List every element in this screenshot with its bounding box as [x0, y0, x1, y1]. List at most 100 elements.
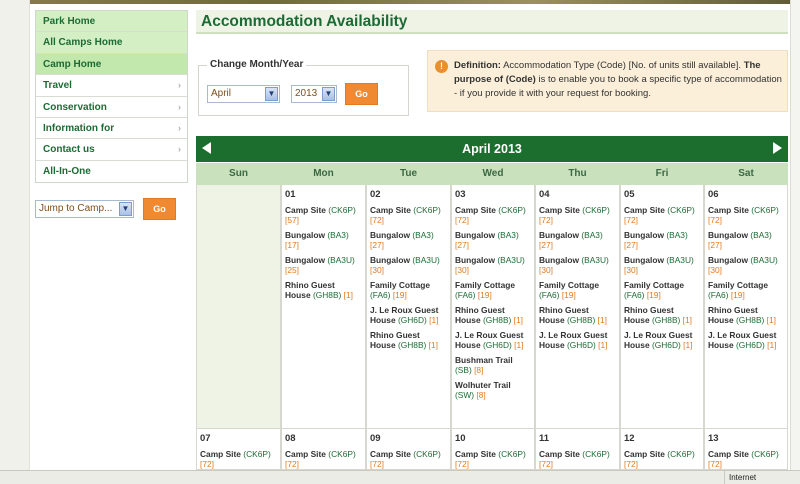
accommodation-entry[interactable]: Camp Site (CK6P) [72] — [624, 205, 700, 225]
units-available: [72] — [370, 459, 384, 469]
info-icon: ! — [435, 60, 448, 73]
chevron-down-icon[interactable]: ▼ — [322, 87, 335, 101]
accommodation-entry[interactable]: Camp Site (CK6P) [72] — [708, 205, 784, 225]
accommodation-entry[interactable]: Rhino Guest House (GH8B) [1] — [624, 305, 700, 325]
accommodation-entry[interactable]: J. Le Roux Guest House (GH6D) [1] — [370, 305, 447, 325]
accommodation-entry[interactable]: Camp Site (CK6P) [72] — [370, 205, 447, 225]
accommodation-entry[interactable]: Camp Site (CK6P) [57] — [285, 205, 362, 225]
nav-item-label: All Camps Home — [43, 37, 123, 49]
units-available: [30] — [370, 265, 384, 275]
accommodation-entry[interactable]: Family Cottage (FA6) [19] — [624, 280, 700, 300]
units-available: [19] — [561, 290, 576, 300]
accommodation-entry[interactable]: Wolhuter Trail (SW) [8] — [455, 380, 531, 400]
accommodation-entry[interactable]: Bungalow (BA3U) [25] — [285, 255, 362, 275]
day-number: 06 — [708, 189, 719, 200]
accommodation-name: Family Cottage — [370, 280, 431, 290]
accommodation-entry[interactable]: Bushman Trail (SB) [8] — [455, 355, 531, 375]
accommodation-name: Camp Site — [285, 205, 326, 215]
accommodation-entry[interactable]: Bungalow (BA3U) [30] — [455, 255, 531, 275]
nav-item-all-in-one[interactable]: All-In-One — [36, 160, 187, 183]
accommodation-entry[interactable]: Family Cottage (FA6) [19] — [370, 280, 447, 300]
accommodation-entry[interactable]: Bungalow (BA3) [17] — [285, 230, 362, 250]
accommodation-code: (BA3) — [581, 230, 603, 240]
nav-item-camp-home[interactable]: Camp Home — [36, 53, 187, 76]
year-select[interactable]: 2013 ▼ — [291, 85, 337, 103]
day-number: 02 — [370, 189, 381, 200]
weekday-header-fri: Fri — [620, 163, 704, 185]
accommodation-entry[interactable]: Camp Site (CK6P) [72] — [370, 449, 447, 469]
accommodation-entry[interactable]: Rhino Guest House (GH8B) [1] — [455, 305, 531, 325]
accommodation-code: (BA3U) — [666, 255, 694, 265]
accommodation-entry[interactable]: Camp Site (CK6P) [72] — [455, 205, 531, 225]
month-go-button[interactable]: Go — [345, 83, 378, 105]
day-number: 11 — [539, 433, 550, 444]
jump-to-camp-value: Jump to Camp... — [39, 203, 113, 214]
accommodation-entry[interactable]: Bungalow (BA3U) [30] — [624, 255, 700, 275]
accommodation-code: (GH6D) — [397, 315, 427, 325]
accommodation-name: Camp Site — [624, 205, 665, 215]
accommodation-name: Bungalow — [370, 230, 411, 240]
nav-item-contact-us[interactable]: Contact us › — [36, 139, 187, 161]
accommodation-entry[interactable]: Family Cottage (FA6) [19] — [539, 280, 616, 300]
accommodation-entry[interactable]: Camp Site (CK6P) [72] — [539, 205, 616, 225]
chevron-down-icon[interactable]: ▼ — [119, 202, 132, 216]
accommodation-code: (GH6D) — [735, 340, 765, 350]
accommodation-entry[interactable]: J. Le Roux Guest House (GH6D) [1] — [708, 330, 784, 350]
accommodation-entry[interactable]: Rhino Guest House (GH8B) [1] — [285, 280, 362, 300]
accommodation-entry[interactable]: Rhino Guest House (GH8B) [1] — [539, 305, 616, 325]
units-available: [1] — [428, 340, 438, 350]
units-available: [19] — [477, 290, 492, 300]
chevron-down-icon[interactable]: ▼ — [265, 87, 278, 101]
day-number: 07 — [200, 433, 211, 444]
accommodation-code: (SB) — [455, 365, 472, 375]
vertical-scrollbar[interactable] — [790, 0, 800, 470]
units-available: [30] — [455, 265, 469, 275]
nav-item-all-camps-home[interactable]: All Camps Home — [36, 32, 187, 54]
nav-item-travel[interactable]: Travel › — [36, 75, 187, 97]
accommodation-entry[interactable]: Camp Site (CK6P) [72] — [539, 449, 616, 469]
weekday-header-thu: Thu — [535, 163, 620, 185]
units-available: [8] — [474, 365, 484, 375]
accommodation-entry[interactable]: Bungalow (BA3) [27] — [455, 230, 531, 250]
accommodation-entry[interactable]: Bungalow (BA3U) [30] — [708, 255, 784, 275]
accommodation-entry[interactable]: Camp Site (CK6P) [72] — [285, 449, 362, 469]
accommodation-entry[interactable]: Bungalow (BA3) [27] — [539, 230, 616, 250]
nav-item-conservation[interactable]: Conservation › — [36, 96, 187, 118]
nav-item-label: Camp Home — [43, 58, 102, 70]
accommodation-entry[interactable]: Bungalow (BA3U) [30] — [370, 255, 447, 275]
accommodation-entry[interactable]: J. Le Roux Guest House (GH6D) [1] — [624, 330, 700, 350]
accommodation-entry[interactable]: Camp Site (CK6P) [72] — [200, 449, 277, 469]
accommodation-entry[interactable]: Bungalow (BA3) [27] — [708, 230, 784, 250]
page-left-margin — [0, 0, 30, 470]
accommodation-entry[interactable]: Family Cottage (FA6) [19] — [455, 280, 531, 300]
accommodation-entry[interactable]: Camp Site (CK6P) [72] — [624, 449, 700, 469]
accommodation-entry[interactable]: Bungalow (BA3) [27] — [624, 230, 700, 250]
accommodation-name: Camp Site — [200, 449, 241, 459]
accommodation-entry[interactable]: Rhino Guest House (GH8B) [1] — [370, 330, 447, 350]
page-title: Accommodation Availability — [201, 13, 408, 30]
nav-item-park-home[interactable]: Park Home — [36, 11, 187, 33]
accommodation-entry[interactable]: Bungalow (BA3) [27] — [370, 230, 447, 250]
accommodation-entry[interactable]: Camp Site (CK6P) [72] — [455, 449, 531, 469]
accommodation-code: (GH8B) — [651, 315, 681, 325]
day-number: 08 — [285, 433, 296, 444]
year-value: 2013 — [295, 88, 318, 99]
accommodation-entry[interactable]: Bungalow (BA3U) [30] — [539, 255, 616, 275]
accommodation-entry[interactable]: Family Cottage (FA6) [19] — [708, 280, 784, 300]
jump-go-button[interactable]: Go — [143, 198, 176, 220]
accommodation-code: (CK6P) — [667, 205, 695, 215]
accommodation-entry[interactable]: J. Le Roux Guest House (GH6D) [1] — [455, 330, 531, 350]
accommodation-entry[interactable]: Camp Site (CK6P) [72] — [708, 449, 784, 469]
accommodation-code: (CK6P) — [328, 205, 356, 215]
jump-to-camp-select[interactable]: Jump to Camp... ▼ — [35, 200, 134, 218]
definition-label: Definition: — [454, 60, 501, 71]
nav-item-information-for[interactable]: Information for › — [36, 117, 187, 140]
next-month-arrow-icon[interactable] — [773, 142, 782, 154]
accommodation-entry[interactable]: Rhino Guest House (GH8B) [1] — [708, 305, 784, 325]
accommodation-entry[interactable]: J. Le Roux Guest House (GH6D) [1] — [539, 330, 616, 350]
previous-month-arrow-icon[interactable] — [202, 142, 211, 154]
month-select[interactable]: April ▼ — [207, 85, 280, 103]
accommodation-code: (BA3) — [497, 230, 519, 240]
day-number: 01 — [285, 189, 296, 200]
accommodation-name: Camp Site — [370, 449, 411, 459]
